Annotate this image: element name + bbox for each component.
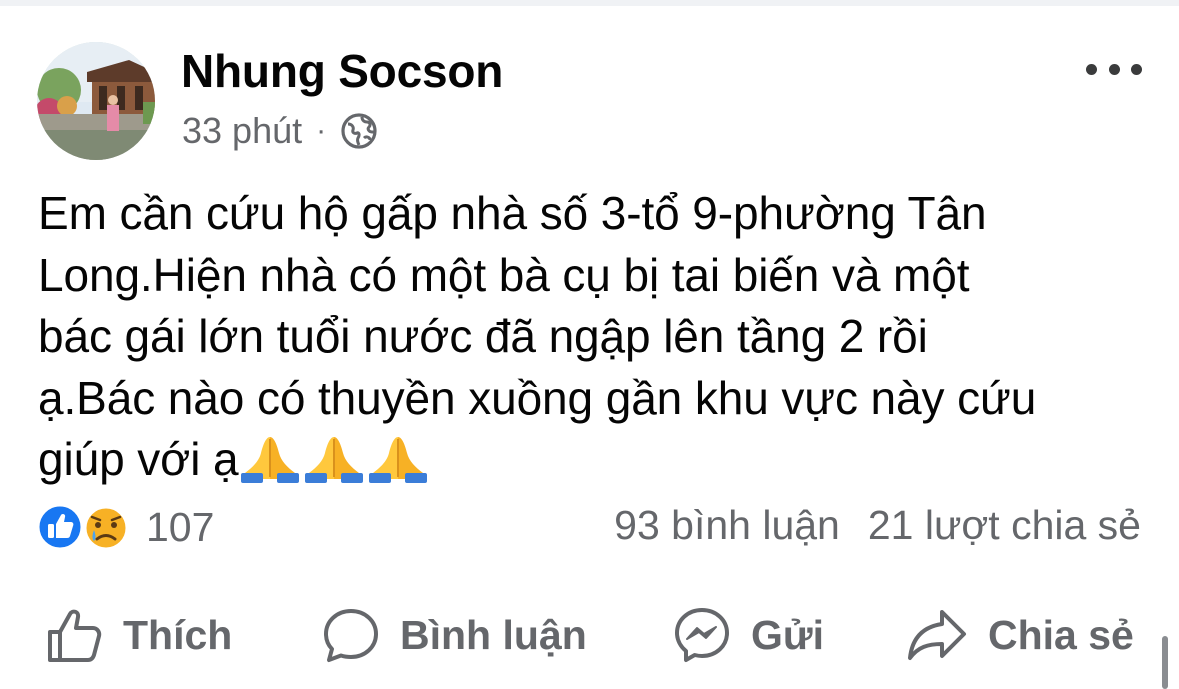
thumbs-up-icon [48,609,102,662]
post-text-line: ạ.Bác nào có thuyền xuồng gần khu vực nà… [38,371,1037,424]
more-options-button[interactable] [1086,56,1142,82]
post-text-line-last: giúp với ạ [38,429,1148,491]
share-label: Chia sẻ [988,611,1134,658]
comment-count[interactable]: 93 bình luận [614,502,840,549]
avatar[interactable] [37,42,155,160]
globe-icon [340,112,378,150]
author-name[interactable]: Nhung Socson [181,44,503,98]
post-stats: 93 bình luận 21 lượt chia sẻ [614,502,1141,549]
like-icon [36,503,84,551]
comment-icon [324,609,378,662]
post-text-line: Long.Hiện nhà có một bà cụ bị tai biến v… [38,248,970,301]
sad-icon [83,505,129,551]
messenger-icon [675,608,729,662]
share-icon [908,610,966,660]
post-text-line: Em cần cứu hộ gấp nhà số 3-tổ 9-phường T… [38,187,987,239]
reaction-count[interactable]: 107 [146,504,214,551]
send-button[interactable]: Gửi [673,600,824,670]
post-text: Em cần cứu hộ gấp nhà số 3-tổ 9-phường T… [38,183,1148,491]
share-count[interactable]: 21 lượt chia sẻ [868,502,1141,549]
top-divider [0,0,1179,6]
post-meta: 33 phút · [182,108,378,154]
like-button[interactable]: Thích [45,600,232,670]
meta-separator: · [316,114,327,147]
send-label: Gửi [751,611,824,658]
folded-hands-icon [303,431,365,483]
folded-hands-icon [239,431,301,483]
reaction-summary[interactable]: 107 [36,503,214,551]
comment-label: Bình luận [400,611,587,658]
like-label: Thích [123,611,233,658]
more-dot-icon [1131,63,1142,75]
post-time[interactable]: 33 phút [182,110,302,152]
more-dot-icon [1086,63,1097,75]
share-button[interactable]: Chia sẻ [906,600,1134,670]
comment-button[interactable]: Bình luận [322,600,587,670]
post-text-line: giúp với ạ [38,433,239,485]
scrollbar[interactable] [1162,636,1168,689]
folded-hands-icon [367,431,429,483]
post-text-line: bác gái lớn tuổi nước đã ngập lên tầng 2… [38,310,928,362]
more-dot-icon [1108,63,1120,75]
action-bar: Thích Bình luận Gửi Chia sẻ [0,600,1179,670]
